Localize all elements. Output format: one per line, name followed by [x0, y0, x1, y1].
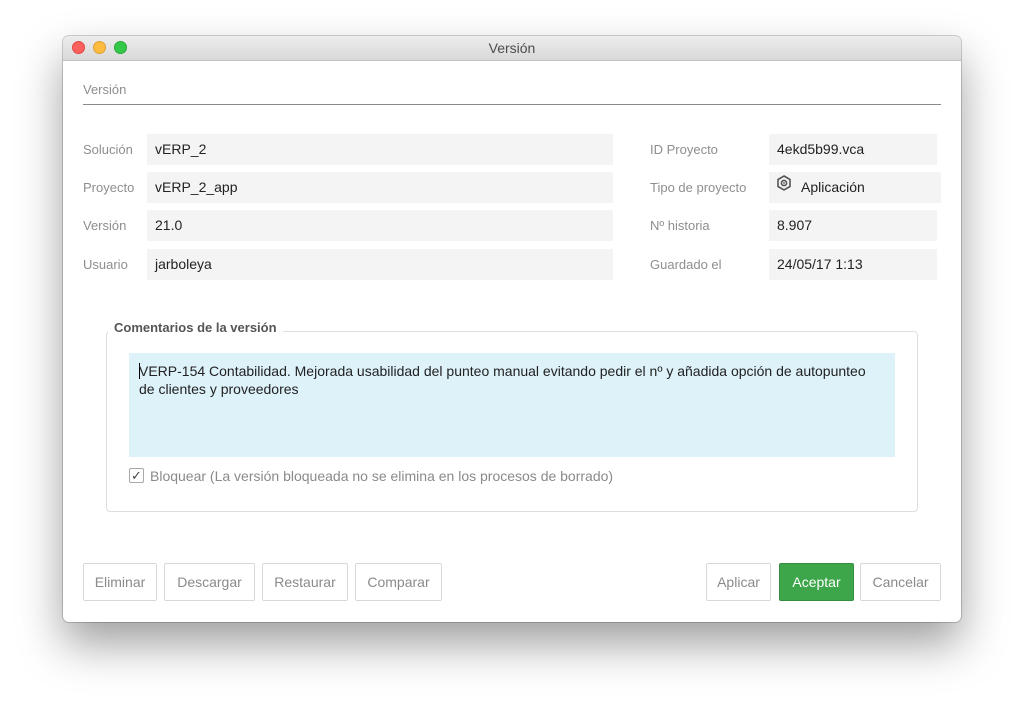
proyecto-field[interactable]: vERP_2_app [147, 172, 613, 203]
eliminar-button[interactable]: Eliminar [83, 563, 157, 601]
comments-textarea[interactable]: VERP-154 Contabilidad. Mejorada usabilid… [129, 353, 895, 457]
guardado-field[interactable]: 24/05/17 1:13 [769, 249, 937, 280]
id-proyecto-label: ID Proyecto [650, 142, 718, 157]
cancelar-button[interactable]: Cancelar [860, 563, 941, 601]
version-dialog: Versión Versión Solución vERP_2 Proyecto… [63, 36, 961, 622]
tipo-proyecto-value: Aplicación [801, 179, 865, 195]
usuario-label: Usuario [83, 257, 128, 272]
version-label: Versión [83, 218, 127, 233]
title-bar[interactable]: Versión [63, 36, 961, 61]
aplicar-button[interactable]: Aplicar [706, 563, 771, 601]
section-title: Versión [83, 82, 127, 97]
descargar-button[interactable]: Descargar [164, 563, 255, 601]
proyecto-label: Proyecto [83, 180, 135, 195]
id-proyecto-field[interactable]: 4ekd5b99.vca [769, 134, 937, 165]
solucion-label: Solución [83, 142, 133, 157]
tipo-proyecto-field[interactable]: Aplicación [769, 172, 941, 203]
comparar-button[interactable]: Comparar [355, 563, 442, 601]
restaurar-button[interactable]: Restaurar [262, 563, 348, 601]
comments-title: Comentarios de la versión [108, 320, 283, 335]
section-divider [83, 104, 941, 105]
solucion-field[interactable]: vERP_2 [147, 134, 613, 165]
lock-checkbox[interactable]: ✓ [129, 468, 144, 483]
lock-checkbox-label: Bloquear (La versión bloqueada no se eli… [150, 468, 614, 484]
n-historia-field[interactable]: 8.907 [769, 210, 937, 241]
tipo-proyecto-label: Tipo de proyecto [650, 180, 747, 195]
usuario-field[interactable]: jarboleya [147, 249, 613, 280]
comments-text: VERP-154 Contabilidad. Mejorada usabilid… [139, 363, 866, 397]
n-historia-label: Nº historia [650, 218, 710, 233]
guardado-label: Guardado el [650, 257, 722, 272]
window-title: Versión [488, 40, 536, 56]
hexagon-gear-icon [777, 171, 791, 202]
aceptar-button[interactable]: Aceptar [779, 563, 854, 601]
version-field[interactable]: 21.0 [147, 210, 613, 241]
